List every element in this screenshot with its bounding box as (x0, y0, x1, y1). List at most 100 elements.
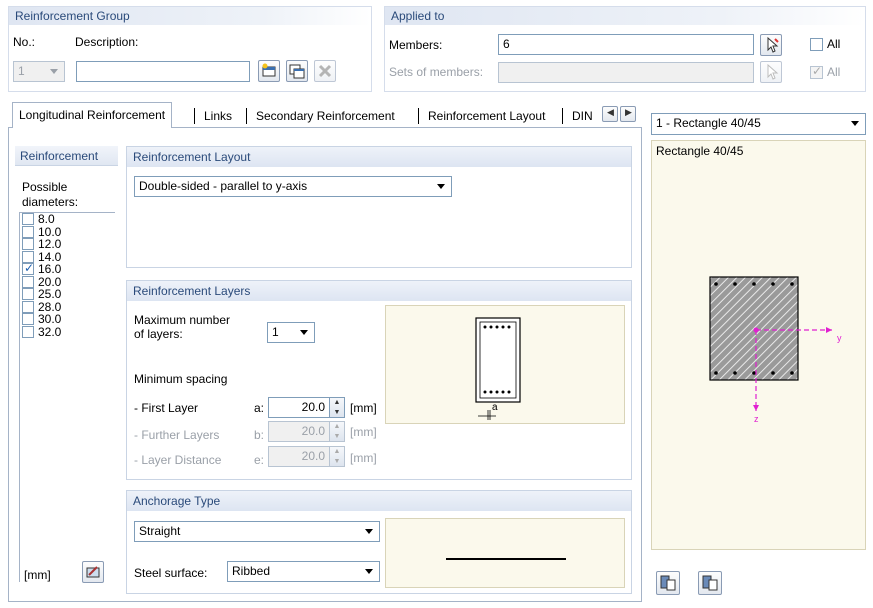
chevron-down-icon (851, 121, 859, 126)
min-spacing-label: Minimum spacing (134, 372, 228, 386)
reinforcement-group-title: Reinforcement Group (9, 7, 371, 25)
layout-select[interactable]: Double-sided - parallel to y-axis (134, 176, 452, 197)
new-group-button[interactable] (258, 60, 280, 82)
applied-to-title: Applied to (385, 7, 865, 25)
sets-of-members-input[interactable] (498, 62, 754, 83)
group-number-select[interactable]: 1 (13, 61, 65, 82)
new-group-icon (262, 63, 276, 77)
sets-all-label: All (827, 65, 841, 79)
diameter-checkbox[interactable] (22, 288, 34, 300)
section-info-button-2[interactable] (698, 571, 722, 595)
rectangle-section-drawing (709, 276, 832, 411)
diameter-item[interactable]: 25.0 (20, 287, 115, 301)
tab-bar: Longitudinal Reinforcement Links Seconda… (8, 100, 642, 129)
tab-scroll-right-button[interactable]: ▶ (620, 106, 636, 122)
chevron-down-icon (437, 184, 445, 189)
arrow-right-icon: ▶ (625, 107, 632, 117)
diameter-item[interactable]: ✓ 16.0 (20, 261, 115, 276)
section-info-icon (660, 575, 676, 591)
delete-icon (318, 64, 332, 78)
delete-group-button[interactable] (314, 60, 336, 82)
reinforcement-layers-title: Reinforcement Layers (127, 281, 631, 301)
diameters-list[interactable]: 8.0 10.0 12.0 14.0 ✓ 16.0 20.0 25.0 28.0 30.0 32.0 (19, 212, 115, 582)
spin-down-icon[interactable]: ▼ (330, 457, 344, 467)
diameter-checkbox[interactable] (22, 313, 34, 325)
axis-y-label: y (837, 333, 842, 343)
tab-secondary-reinforcement[interactable]: Secondary Reinforcement (250, 104, 401, 128)
arrow-left-icon: ◀ (607, 107, 614, 117)
chevron-down-icon (365, 569, 373, 574)
first-layer-label: - First Layer (134, 401, 199, 415)
diameter-checkbox[interactable] (22, 225, 34, 238)
diameter-item[interactable]: 8.0 (20, 212, 115, 226)
diameter-item[interactable]: 12.0 (20, 237, 115, 251)
pick-sets-button[interactable] (760, 61, 782, 83)
spinner-buttons[interactable]: ▲ ▼ (330, 446, 345, 467)
diameter-settings-button[interactable] (82, 561, 104, 583)
edit-icon (86, 566, 100, 578)
checkmark-icon: ✓ (812, 64, 823, 78)
section-info-button-1[interactable] (656, 571, 680, 595)
spin-up-icon[interactable]: ▲ (330, 422, 344, 432)
further-layers-unit: [mm] (350, 425, 377, 439)
further-layers-spinner[interactable]: 20.0 ▲ ▼ (268, 421, 346, 442)
tab-longitudinal-reinforcement[interactable]: Longitudinal Reinforcement (12, 102, 173, 129)
steel-surface-select[interactable]: Ribbed (227, 561, 380, 582)
sets-all-checkbox[interactable]: ✓ (810, 64, 823, 79)
reinforcement-title: Reinforcement (20, 149, 99, 163)
tab-scroll-left-button[interactable]: ◀ (602, 106, 618, 122)
diameter-checkbox[interactable] (22, 300, 34, 313)
members-all-checkbox[interactable] (810, 38, 823, 51)
layer-distance-unit: [mm] (350, 451, 377, 465)
spin-up-icon[interactable]: ▲ (330, 398, 344, 408)
diameter-item[interactable]: 14.0 (20, 250, 115, 264)
copy-group-button[interactable] (286, 60, 308, 82)
diameter-item[interactable]: 32.0 (20, 325, 115, 339)
diameter-checkbox[interactable]: ✓ (22, 261, 34, 275)
diameter-checkbox[interactable] (22, 325, 34, 338)
diameter-checkbox[interactable] (22, 238, 34, 250)
diameter-item[interactable]: 20.0 (20, 275, 115, 289)
tab-reinforcement-layout[interactable]: Reinforcement Layout (422, 104, 551, 128)
spin-down-icon[interactable]: ▼ (330, 432, 344, 442)
spin-down-icon[interactable]: ▼ (330, 408, 344, 418)
first-layer-spinner[interactable]: 20.0 ▲ ▼ (268, 397, 346, 418)
tab-din[interactable]: DIN (566, 104, 602, 128)
steel-surface-label: Steel surface: (134, 566, 208, 580)
max-layers-label-1: Maximum number (134, 313, 231, 327)
chevron-down-icon (365, 529, 373, 534)
members-label: Members: (389, 38, 443, 52)
tab-links[interactable]: Links (198, 104, 238, 128)
diameter-checkbox[interactable] (22, 275, 34, 288)
diameter-item[interactable]: 30.0 (20, 312, 115, 326)
group-number-value: 1 (18, 64, 25, 78)
tab-separator (246, 108, 247, 124)
anchorage-type-select[interactable]: Straight (134, 521, 380, 542)
pick-members-button[interactable] (760, 34, 782, 56)
axis-z-label: z (754, 414, 759, 424)
section-select[interactable]: 1 - Rectangle 40/45 (651, 113, 866, 135)
tab-separator (562, 108, 563, 124)
layer-distance-label: - Layer Distance (134, 453, 222, 467)
steel-surface-value: Ribbed (232, 564, 271, 578)
layer-distance-spinner[interactable]: 20.0 ▲ ▼ (268, 446, 346, 467)
first-layer-value[interactable]: 20.0 (268, 397, 330, 418)
layout-select-value: Double-sided - parallel to y-axis (139, 179, 308, 193)
diameter-checkbox[interactable] (22, 213, 34, 225)
spin-up-icon[interactable]: ▲ (330, 447, 344, 457)
copy-icon (289, 64, 305, 79)
section-preview: Rectangle 40/45 y z (651, 140, 866, 550)
description-input[interactable] (76, 61, 250, 82)
max-layers-select[interactable]: 1 (267, 322, 315, 343)
further-layers-value[interactable]: 20.0 (268, 421, 330, 442)
diameter-item[interactable]: 28.0 (20, 300, 115, 314)
spinner-buttons[interactable]: ▲ ▼ (330, 421, 345, 442)
first-layer-unit: [mm] (350, 401, 377, 415)
pointer-select-icon (767, 36, 779, 53)
diameter-item[interactable]: 10.0 (20, 225, 115, 239)
layer-distance-value[interactable]: 20.0 (268, 446, 330, 467)
members-input[interactable]: 6 (498, 34, 754, 55)
layer-distance-key: e: (254, 453, 265, 467)
units-label: [mm] (24, 568, 51, 582)
spinner-buttons[interactable]: ▲ ▼ (330, 397, 345, 418)
